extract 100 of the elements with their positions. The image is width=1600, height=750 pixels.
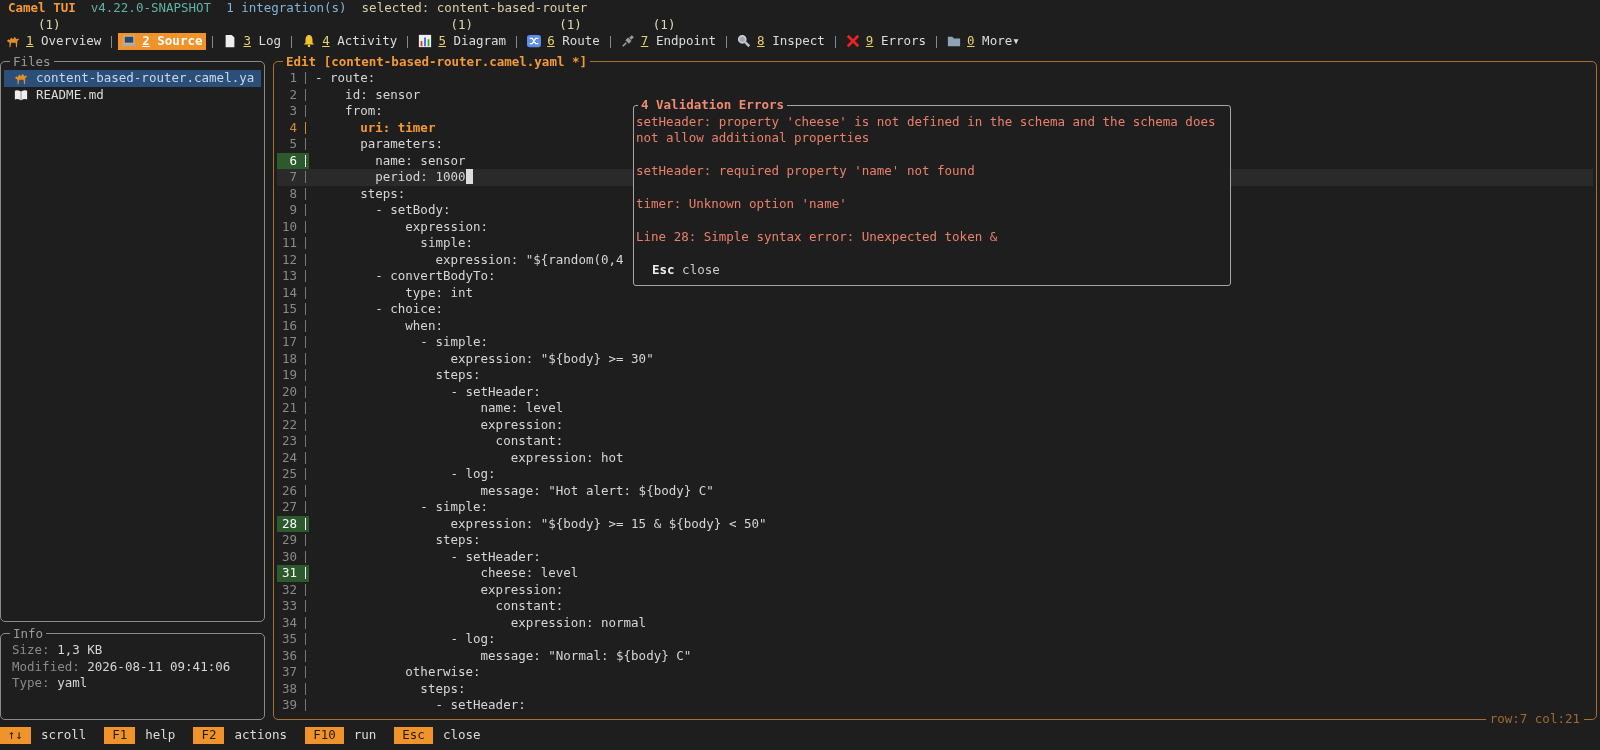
cross-icon [845, 34, 860, 49]
bar-chart-icon [418, 34, 433, 49]
dialog-title: 4 Validation Errors [640, 97, 785, 114]
tab-count: (1) [559, 16, 582, 32]
camel-icon [6, 34, 20, 49]
key-hint: F1 [104, 727, 136, 744]
code-line: from: [344, 103, 383, 120]
line-number: 12 [280, 251, 297, 268]
code-line: message: "Normal: ${body} C" [479, 647, 692, 664]
code-line: period: 1000 [374, 169, 466, 186]
hint-label: run [352, 727, 378, 744]
tab[interactable]: 3 Log [219, 33, 286, 50]
key-hint: F2 [193, 727, 225, 744]
code-line: expression: [479, 581, 564, 598]
line-number: 13 [280, 268, 297, 285]
file-item[interactable]: README.md [4, 86, 261, 103]
error-message: timer: Unknown option 'name' [636, 196, 848, 213]
tab-count: (1) [652, 16, 676, 32]
code-line: - route: [314, 70, 376, 87]
line-number: 10 [280, 218, 297, 235]
error-message: Line 28: Simple syntax error: Unexpected token & [636, 229, 999, 246]
code-line: cheese: level [479, 565, 579, 582]
line-number: 8 [288, 185, 297, 202]
panel-title: Info [12, 625, 45, 642]
tab[interactable]: 1 Overview [2, 33, 106, 50]
line-number: 22 [280, 416, 297, 433]
code-line: - setHeader: [449, 383, 541, 400]
line-number: 26 [280, 482, 297, 499]
line-number: 3 [288, 103, 297, 120]
tab[interactable]: 7 Endpoint [616, 33, 721, 50]
plug-icon [620, 34, 635, 49]
line-number: 33 [280, 598, 297, 615]
bell-icon [302, 34, 317, 49]
shuffle-icon [527, 34, 542, 49]
hint-label: help [144, 727, 177, 744]
code-line: message: "Hot alert: ${body} C" [479, 482, 714, 499]
text-cursor [465, 169, 473, 184]
line-number: 28 [280, 515, 297, 532]
error-message: setHeader: required property 'name' not found [636, 163, 976, 180]
line-number: 25 [280, 466, 297, 483]
line-number: 36 [280, 647, 297, 664]
code-line: uri: timer [359, 119, 436, 136]
panel-title: Files [12, 53, 52, 70]
line-number: 37 [280, 664, 297, 681]
info-label: Modified: [12, 658, 80, 675]
line-number: 19 [280, 367, 297, 384]
hint-label: close [441, 727, 482, 744]
selected-integration: selected: content-based-router [361, 0, 588, 17]
editor-title: Edit [content-based-router.camel.yaml *] [285, 53, 589, 70]
line-number: 38 [280, 680, 297, 697]
version-label: v4.22.0-SNAPSHOT [90, 0, 212, 17]
line-number: 9 [288, 202, 297, 219]
hint-label: actions [233, 727, 289, 744]
code-line: id: sensor [344, 86, 421, 103]
info-label: Type: [12, 675, 50, 692]
code-line: - simple: [419, 499, 489, 516]
tab[interactable]: 4 Activity [298, 33, 402, 50]
line-number: 17 [280, 334, 297, 351]
code-line: - log: [449, 466, 496, 483]
file-item[interactable]: content-based-router.camel.ya [4, 70, 261, 87]
line-number: 34 [280, 614, 297, 631]
tab-count: (1) [450, 16, 473, 32]
hint-label: close [681, 262, 720, 279]
tab[interactable]: 0 More▾ [943, 33, 1024, 50]
tab[interactable]: 6 Route [523, 33, 604, 50]
line-number: 15 [280, 301, 297, 318]
hint-label: scroll [40, 727, 88, 744]
line-number: 6 [288, 152, 297, 169]
code-line: expression: hot [509, 449, 624, 466]
tab[interactable]: 9 Errors [841, 33, 931, 50]
integration-count: 1 integration(s) [226, 0, 347, 17]
code-line: constant: [494, 598, 564, 615]
code-line: simple: [419, 235, 474, 252]
line-number: 14 [280, 284, 297, 301]
line-number: 11 [280, 235, 297, 252]
line-number: 31 [280, 565, 297, 582]
code-line: steps: [419, 680, 466, 697]
info-value: yaml [56, 675, 88, 692]
code-line: steps: [434, 532, 481, 549]
laptop-icon [122, 34, 137, 49]
code-line: steps: [434, 367, 481, 384]
code-line: - setBody: [374, 202, 451, 219]
code-line: when: [404, 317, 443, 334]
tab[interactable]: 8 Inspect [733, 33, 829, 50]
code-line: name: sensor [374, 152, 466, 169]
key-hint: Esc [652, 262, 675, 279]
code-line: steps: [359, 185, 406, 202]
line-number: 29 [280, 532, 297, 549]
code-line: expression: "${body} >= 30" [449, 350, 654, 367]
folder-icon [947, 34, 962, 49]
key-hint: Esc [394, 727, 433, 744]
line-number: 2 [288, 86, 297, 103]
tab[interactable]: 5 Diagram [414, 33, 511, 50]
code-line: otherwise: [404, 664, 481, 681]
code-line: - setHeader: [449, 548, 541, 565]
tab-count: (1) [38, 16, 61, 32]
line-number: 5 [288, 136, 297, 153]
line-number: 21 [280, 400, 297, 417]
book-icon [14, 87, 28, 102]
code-line: expression: [479, 416, 564, 433]
